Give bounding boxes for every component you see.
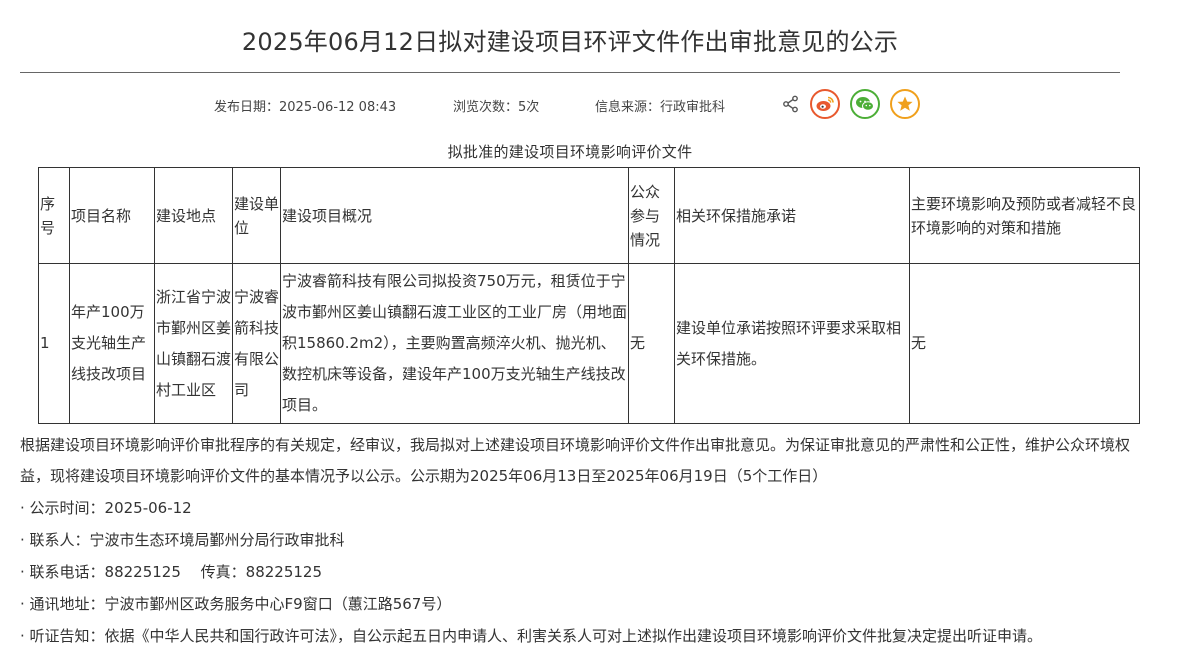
cell-promise: 建设单位承诺按照环评要求采取相关环保措施。 bbox=[674, 263, 910, 424]
view-count: 浏览次数：5次 bbox=[453, 100, 540, 115]
header-cell: 建设单位 bbox=[232, 167, 281, 264]
notice-time: · 公示时间：2025-06-12 bbox=[20, 499, 192, 517]
favorite-star-icon bbox=[897, 96, 913, 111]
header-cell: 项目名称 bbox=[69, 167, 155, 264]
contact-person: · 联系人：宁波市生态环境局鄞州分局行政审批科 bbox=[20, 531, 345, 549]
wechat-share-button[interactable] bbox=[850, 89, 880, 119]
share-icon[interactable] bbox=[782, 95, 800, 113]
cell-measures: 无 bbox=[909, 263, 1140, 424]
header-cell: 建设项目概况 bbox=[280, 167, 629, 264]
approval-table: 序号 项目名称 建设地点 建设单位 建设项目概况 公众参与情况 相关环保措施承诺… bbox=[38, 167, 1140, 424]
contact-phone: · 联系电话：88225125 传真：88225125 bbox=[20, 563, 323, 581]
hearing-notice: · 听证告知：依据《中华人民共和国行政许可法》，自公示起五日内申请人、利害关系人… bbox=[20, 627, 1043, 645]
page-title: 2025年06月12日拟对建设项目环评文件作出审批意见的公示 bbox=[241, 28, 899, 56]
weibo-icon bbox=[816, 96, 834, 111]
publish-date: 发布日期：2025-06-12 08:43 bbox=[214, 100, 397, 115]
table-row: 1 年产100万支光轴生产线技改项目 浙江省宁波市鄞州区姜山镇翻石渡村工业区 宁… bbox=[38, 263, 1140, 424]
cell-public: 无 bbox=[628, 263, 675, 424]
info-source: 信息来源：行政审批科 bbox=[595, 100, 726, 115]
notice-paragraph: 根据建设项目环境影响评价审批程序的有关规定，经审议，我局拟对上述建设项目环境影响… bbox=[20, 436, 1131, 485]
wechat-icon bbox=[856, 97, 874, 111]
favorite-button[interactable] bbox=[890, 89, 920, 119]
weibo-share-button[interactable] bbox=[810, 89, 840, 119]
cell-overview: 宁波睿箭科技有限公司拟投资750万元，租赁位于宁波市鄞州区姜山镇翻石渡工业区的工… bbox=[280, 263, 629, 424]
article-meta: 发布日期：2025-06-12 08:43 浏览次数：5次 信息来源：行政审批科 bbox=[0, 89, 1185, 119]
cell-unit: 宁波睿箭科技有限公司 bbox=[232, 263, 281, 424]
header-cell: 相关环保措施承诺 bbox=[674, 167, 910, 264]
cell-project-name: 年产100万支光轴生产线技改项目 bbox=[69, 263, 155, 424]
header-cell: 序号 bbox=[38, 167, 70, 264]
mailing-address: · 通讯地址：宁波市鄞州区政务服务中心F9窗口（蕙江路567号） bbox=[20, 595, 452, 613]
table-caption: 拟批准的建设项目环境影响评价文件 bbox=[447, 143, 693, 161]
table-header-row: 序号 项目名称 建设地点 建设单位 建设项目概况 公众参与情况 相关环保措施承诺… bbox=[38, 167, 1140, 264]
header-cell: 公众参与情况 bbox=[628, 167, 675, 264]
cell-no: 1 bbox=[38, 263, 70, 424]
header-cell: 建设地点 bbox=[154, 167, 233, 264]
title-divider bbox=[20, 72, 1120, 73]
cell-location: 浙江省宁波市鄞州区姜山镇翻石渡村工业区 bbox=[154, 263, 233, 424]
header-cell: 主要环境影响及预防或者减轻不良环境影响的对策和措施 bbox=[909, 167, 1140, 264]
